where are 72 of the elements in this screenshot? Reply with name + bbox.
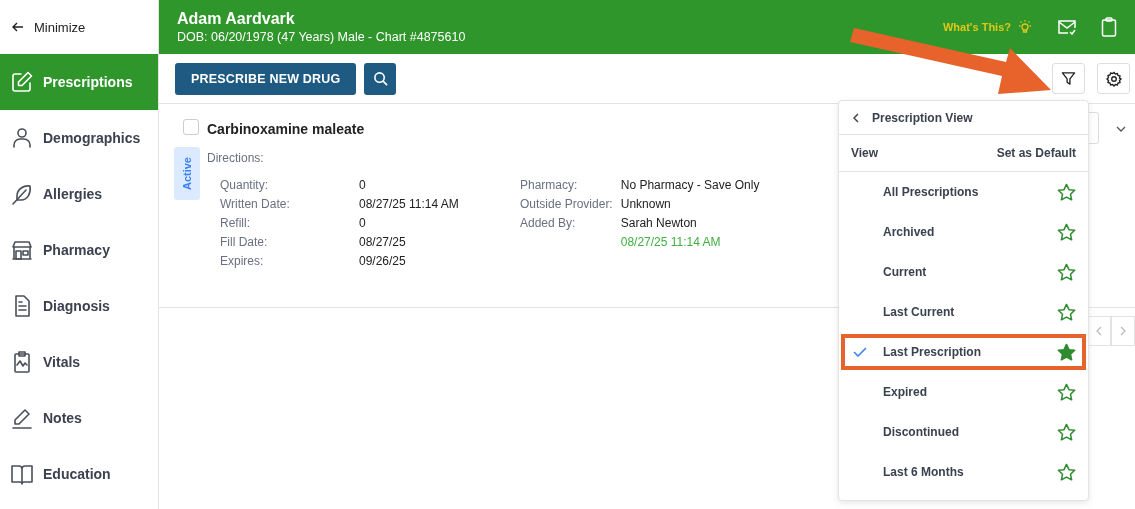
search-icon [372,71,388,86]
arrow-left-icon [12,22,24,32]
store-icon [10,238,34,262]
field-value: 09/26/25 [358,254,407,268]
minimize-button[interactable]: Minimize [0,0,158,54]
field-label: Quantity: [220,178,270,192]
field-label: Written Date: [220,197,291,211]
menu-item[interactable]: Current [883,265,1057,279]
status-badge: Active [174,147,200,201]
star-icon[interactable] [1057,342,1076,362]
edit-icon [10,70,34,94]
menu-item[interactable]: Last 6 Months [883,465,1057,479]
lightbulb-icon [1017,19,1033,35]
clipboard-icon[interactable] [1101,17,1117,37]
star-icon[interactable] [1057,462,1076,482]
field-label: Added By: [520,216,577,232]
directions-label: Directions: [207,151,265,165]
menu-item[interactable]: Expired [883,385,1057,399]
column-header: View [851,146,879,160]
field-value: 08/27/25 11:14 AM [358,197,460,211]
patient-info: DOB: 06/20/1978 (47 Years) Male - Chart #4875610 [177,30,466,44]
settings-icon [1105,70,1122,87]
chevron-right-icon [1120,326,1126,336]
sidebar-item[interactable]: Education [0,446,158,502]
field-label: Outside Provider: [520,197,613,211]
sidebar-item[interactable]: Prescriptions [0,54,158,110]
star-icon[interactable] [1057,422,1076,442]
field-value: 08/27/25 [358,235,407,249]
star-icon[interactable] [1057,182,1076,202]
star-icon[interactable] [1057,302,1076,322]
field-value: Unknown [620,197,672,211]
search-button[interactable] [364,62,397,95]
book-icon [10,462,34,486]
person-icon [10,126,34,150]
filter-button[interactable] [1052,63,1085,94]
field-label: Expires: [220,254,265,268]
field-value: Sarah Newton [620,216,698,230]
chevron-down-icon[interactable] [1116,126,1126,132]
sidebar-item[interactable]: Diagnosis [0,278,158,334]
menu-item[interactable]: Last Current [883,305,1057,319]
filter-icon [1061,71,1076,86]
field-label: Pharmacy: [520,178,579,192]
mail-icon[interactable] [1057,19,1077,35]
star-icon[interactable] [1057,382,1076,402]
prescribe-button[interactable]: PRESCRIBE NEW DRUG [175,62,357,95]
star-icon[interactable] [1057,262,1076,282]
sidebar-item[interactable]: Notes [0,390,158,446]
menu-item[interactable]: All Prescriptions [883,185,1057,199]
field-value: 0 [358,216,367,230]
sidebar-item[interactable]: Allergies [0,166,158,222]
sidebar-item[interactable]: Demographics [0,110,158,166]
patient-name: Adam Aardvark [177,10,296,28]
field-label: Fill Date: [220,235,269,249]
star-icon[interactable] [1057,222,1076,242]
drug-name: Carbinoxamine maleate [207,121,366,137]
menu-item[interactable]: Archived [883,225,1057,239]
column-header: Set as Default [996,146,1076,160]
field-value: 0 [358,178,367,192]
field-value: No Pharmacy - Save Only [620,178,760,192]
field-label: Refill: [220,216,251,230]
chevron-left-icon [1096,326,1102,336]
back-icon[interactable] [853,112,859,123]
menu-title: Prescription View [872,110,973,125]
pencil-icon [10,406,34,430]
menu-item[interactable]: Discontinued [883,425,1057,439]
sidebar-item[interactable]: Pharmacy [0,222,158,278]
sidebar-item[interactable]: Vitals [0,334,158,390]
timestamp: 08/27/25 11:14 AM [620,235,722,249]
settings-button[interactable] [1097,63,1130,94]
feather-icon [10,182,34,206]
menu-item[interactable]: Last Prescription [883,345,1057,359]
select-checkbox[interactable] [183,119,199,135]
